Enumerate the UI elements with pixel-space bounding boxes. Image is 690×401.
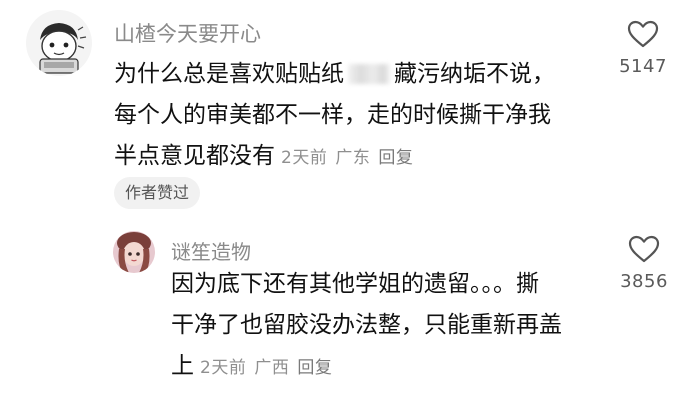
reply-location: 广西: [254, 358, 290, 378]
comment-line-3: 半点意见都没有 2天前 广东 回复: [114, 136, 555, 179]
comment-body: 为什么总是喜欢贴贴纸 藏污纳垢不说， 每个人的审美都不一样，走的时候撕干净我 半点…: [114, 54, 555, 179]
comment-line-1: 为什么总是喜欢贴贴纸 藏污纳垢不说，: [114, 61, 555, 87]
replier-username[interactable]: 谜笙造物: [171, 236, 251, 265]
comment-meta: 2天前 广东 回复: [281, 148, 421, 168]
comment-line-2: 每个人的审美都不一样，走的时候撕干净我: [114, 102, 551, 128]
reply-meta: 2天前 广西 回复: [200, 358, 340, 378]
comment-time: 2天前: [281, 148, 328, 168]
replier-avatar[interactable]: [113, 231, 155, 273]
comment-location: 广东: [335, 148, 371, 168]
commenter-username[interactable]: 山楂今天要开心: [114, 18, 261, 48]
sketch-character-avatar-image: [26, 10, 92, 76]
reply-like-count: 3856: [620, 271, 668, 292]
reply-line-3: 上 2天前 广西 回复: [171, 346, 562, 389]
reply-reply-button[interactable]: 回复: [297, 358, 332, 378]
reply-body: 因为底下还有其他学姐的遗留。。。撕 干净了也留胶没办法整，只能重新再盖 上 2天前…: [171, 264, 562, 389]
heart-outline-icon: [627, 20, 659, 48]
reply-line-2: 干净了也留胶没办法整，只能重新再盖: [171, 312, 562, 338]
comment-like-button[interactable]: 5147: [608, 20, 678, 77]
redacted-blur: [348, 64, 390, 84]
author-liked-badge: 作者赞过: [114, 177, 201, 209]
commenter-avatar[interactable]: [26, 10, 92, 76]
heart-outline-icon: [628, 235, 660, 263]
comment-like-count: 5147: [619, 56, 667, 77]
reply-like-button[interactable]: 3856: [609, 235, 679, 292]
doll-avatar-image: [113, 231, 155, 273]
comment-reply-button[interactable]: 回复: [378, 148, 413, 168]
reply-time: 2天前: [200, 358, 247, 378]
reply-line-1: 因为底下还有其他学姐的遗留。。。撕: [171, 271, 539, 297]
